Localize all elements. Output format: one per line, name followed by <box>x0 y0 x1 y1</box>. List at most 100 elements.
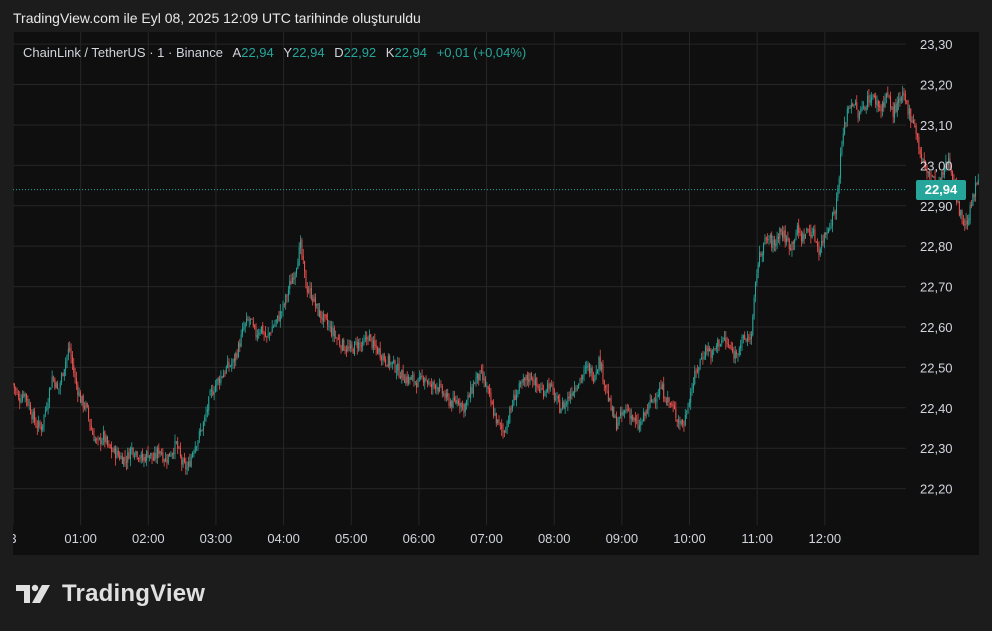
candle-body <box>881 102 883 112</box>
candle-body <box>152 457 154 461</box>
candle-body <box>782 232 783 238</box>
candle-body <box>105 436 107 442</box>
candle-body <box>507 421 509 423</box>
candle-body <box>853 105 855 107</box>
candle-body <box>247 318 249 321</box>
candle-body <box>799 231 801 233</box>
candle-body <box>209 390 211 396</box>
candle-body <box>20 400 22 403</box>
candle-body <box>426 380 428 384</box>
candle-body <box>559 399 561 414</box>
candle-body <box>125 461 127 463</box>
candle-body <box>351 344 353 348</box>
candle-body <box>495 413 497 424</box>
candle-body <box>286 295 288 297</box>
candle-body <box>413 374 415 382</box>
candle-body <box>530 373 532 380</box>
candle-body <box>475 377 477 385</box>
candle-body <box>826 231 828 235</box>
y-tick-label: 22,40 <box>920 401 953 416</box>
candle-body <box>599 356 601 369</box>
candle-body <box>746 337 748 342</box>
candle-body <box>914 124 916 127</box>
candle-body <box>910 109 912 122</box>
candle-body <box>694 371 696 385</box>
candle-body <box>915 126 917 134</box>
tradingview-logo[interactable]: TradingView <box>16 580 205 608</box>
candle-body <box>667 397 669 402</box>
candle-body <box>225 366 227 374</box>
candlestick-chart[interactable]: 23,30 23,20 23,10 23,00 22,90 22,80 22,70 22,60… <box>13 32 979 555</box>
candle-body <box>375 344 377 349</box>
x-tick-label: 3 <box>13 531 17 546</box>
candle-body <box>541 388 543 390</box>
candle-body <box>240 334 242 347</box>
candle-body <box>629 409 631 419</box>
candle-body <box>464 403 466 412</box>
y-tick-label: 23,10 <box>920 118 953 133</box>
candle-body <box>371 337 373 349</box>
candle-body <box>588 363 590 374</box>
candle-body <box>364 337 366 341</box>
candle-body <box>645 409 647 417</box>
chart-area[interactable]: 23,30 23,20 23,10 23,00 22,90 22,80 22,70 22,60… <box>13 32 979 555</box>
candle-body <box>220 375 222 383</box>
candle-body <box>491 402 493 405</box>
candle-body <box>571 393 573 396</box>
candle-body <box>823 232 825 243</box>
candle-body <box>345 349 347 352</box>
candle-body <box>224 372 226 374</box>
candle-body <box>679 420 681 425</box>
candle-body <box>97 438 99 440</box>
candle-body <box>74 373 76 378</box>
candle-body <box>660 386 662 389</box>
candle-body <box>435 385 437 389</box>
candle-body <box>31 414 33 419</box>
candle-body <box>783 231 785 238</box>
candle-body <box>383 354 385 361</box>
candle-body <box>156 448 158 459</box>
candle-body <box>790 248 792 251</box>
candle-body <box>965 220 967 226</box>
candle-body <box>23 394 25 397</box>
candle-body <box>899 98 901 101</box>
candle-body <box>867 95 869 107</box>
candle-body <box>412 375 414 377</box>
candle-body <box>674 405 675 410</box>
candle-body <box>474 383 476 385</box>
candle-body <box>767 239 769 240</box>
candle-body <box>632 414 634 421</box>
candle-body <box>16 391 18 394</box>
y-tick-label: 22,90 <box>920 199 953 214</box>
candle-body <box>642 412 644 422</box>
candle-body <box>165 458 167 462</box>
candle-body <box>44 410 46 414</box>
candle-body <box>699 359 701 366</box>
candle-body <box>231 364 233 367</box>
candle-body <box>143 457 145 461</box>
chart-legend: ChainLink / TetherUS · 1 · Binance A22,9… <box>23 45 526 60</box>
candle-body <box>884 97 886 107</box>
candle-body <box>278 316 280 322</box>
candle-body <box>605 385 607 389</box>
candle-body <box>900 96 902 102</box>
candle-body <box>73 365 75 374</box>
candle-body <box>715 345 717 350</box>
candle-body <box>714 348 716 350</box>
candle-body <box>254 324 256 328</box>
candle-body <box>244 322 246 328</box>
candle-body <box>637 420 639 429</box>
x-tick-label: 11:00 <box>741 531 773 546</box>
candle-body <box>329 326 331 328</box>
low-label: D <box>334 45 344 60</box>
candle-body <box>566 402 567 404</box>
candle-body <box>47 403 49 410</box>
candle-body <box>354 341 356 355</box>
candle-body <box>510 407 512 409</box>
candle-body <box>387 355 389 367</box>
candle-body <box>551 384 553 386</box>
candle-body <box>682 419 684 425</box>
candle-body <box>611 407 613 412</box>
candle-body <box>787 237 789 240</box>
candle-body <box>252 320 254 326</box>
